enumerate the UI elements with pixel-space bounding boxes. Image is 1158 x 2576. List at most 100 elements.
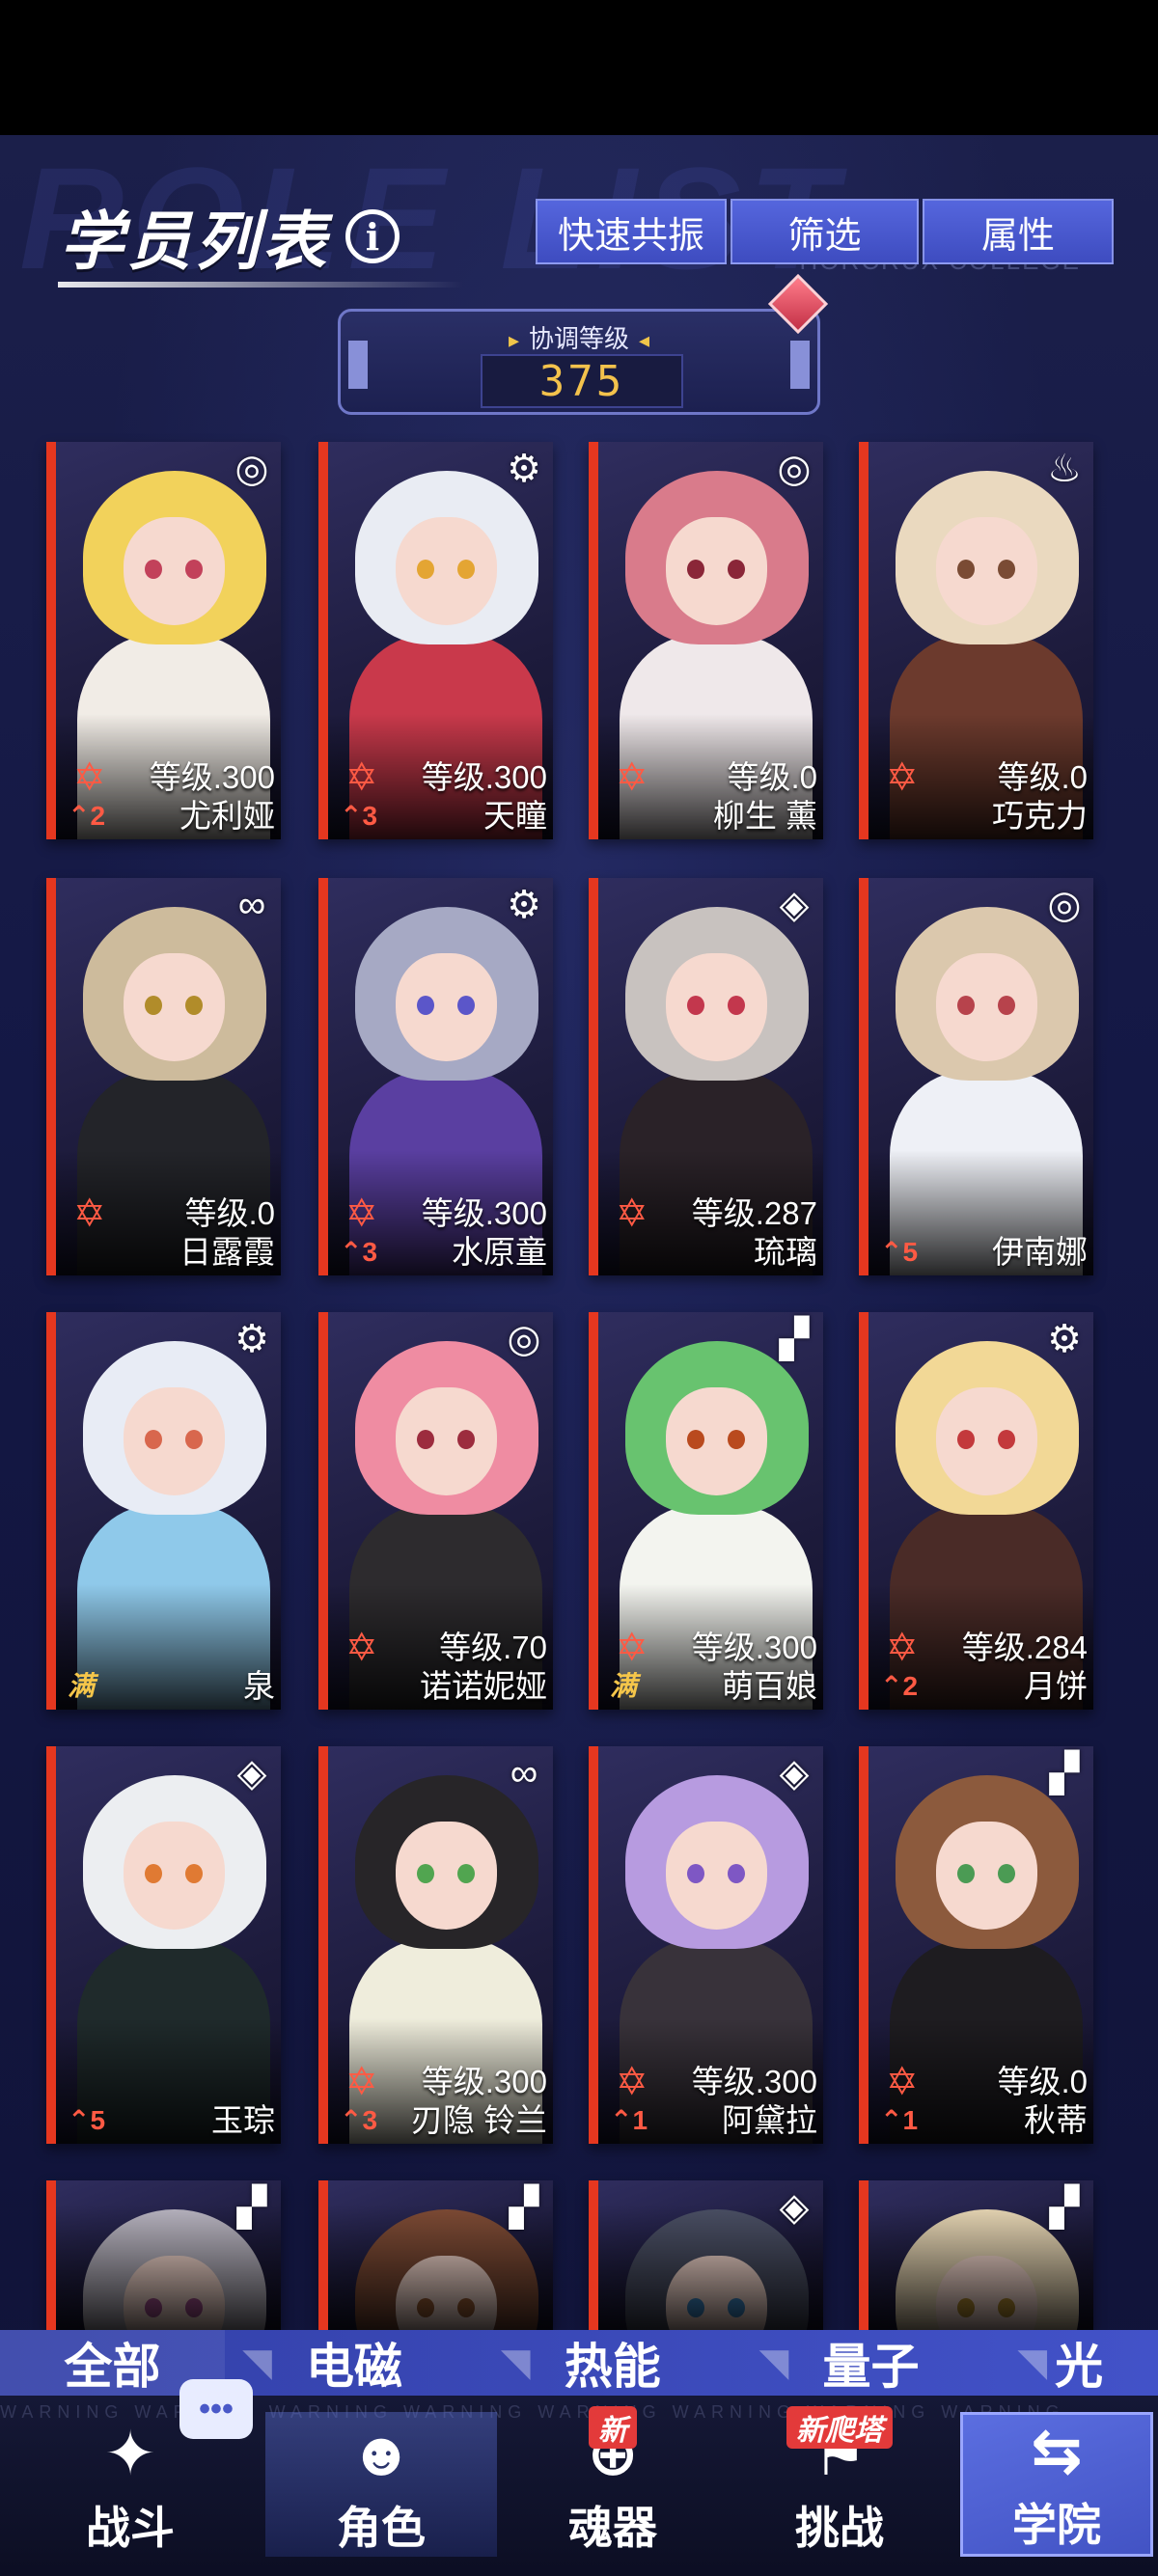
character-card[interactable]: ♨ ✡ 等级.0 巧克力	[859, 442, 1093, 839]
nav-academy-label: 学院	[1012, 2500, 1101, 2550]
nav-academy[interactable]: ⇆ 学院	[960, 2412, 1153, 2557]
swirl-icon: ◎	[777, 448, 812, 490]
portrait-eye	[185, 1430, 203, 1449]
character-card[interactable]: ⚙ ✡ 等级.284 ⌃2 月饼	[859, 1312, 1093, 1710]
stripe-icon: ▞	[509, 2186, 539, 2229]
portrait-eye	[417, 1864, 434, 1883]
character-rank: ⌃5	[68, 2105, 106, 2135]
portrait-eye	[457, 560, 475, 579]
portrait-eye	[145, 560, 162, 579]
gear-icon: ⚙	[234, 1318, 269, 1360]
character-rank: ⌃5	[880, 1237, 919, 1267]
character-level: 等级.284	[961, 1630, 1088, 1665]
portrait-eye	[728, 1430, 745, 1449]
tab-label: 电磁	[305, 2340, 402, 2394]
portrait-face	[936, 953, 1037, 1061]
portrait-face	[124, 1387, 225, 1495]
portrait-face	[936, 517, 1037, 625]
hexagram-icon: ✡	[345, 1192, 378, 1235]
nav-soul[interactable]: 新 ⊕ 魂器	[507, 2406, 719, 2557]
character-name: 伊南娜	[992, 1234, 1088, 1270]
character-card[interactable]: ⚙ ✡ 等级.300 ⌃3 水原童	[318, 878, 553, 1275]
portrait-face	[396, 517, 497, 625]
filter-button[interactable]: 筛选	[731, 199, 919, 264]
tab-label: 量子	[822, 2340, 920, 2394]
character-card[interactable]: ▞ ✡ 等级.0 ⌃1 秋蒂	[859, 1746, 1093, 2144]
character-level: 等级.300	[691, 2064, 817, 2099]
portrait-eye	[417, 1430, 434, 1449]
character-card[interactable]: ⚙ ✡ 等级.300 ⌃3 天瞳	[318, 442, 553, 839]
tab-thermal[interactable]: ◥ 热能	[483, 2330, 742, 2396]
character-card[interactable]: ◎ ⌃5 伊南娜	[859, 878, 1093, 1275]
chat-bubble-icon[interactable]: •••	[179, 2379, 253, 2439]
portrait-face	[124, 953, 225, 1061]
character-card[interactable]: ▞ ✡ 等级.300 满 萌百娘	[589, 1312, 823, 1710]
character-card[interactable]: ◎ ✡ 等级.70 诺诺妮娅	[318, 1312, 553, 1710]
coordination-level-panel: 协调等级 375	[338, 273, 829, 415]
character-card[interactable]: ∞ ✡ 等级.300 ⌃3 刃隐 铃兰	[318, 1746, 553, 2144]
character-card[interactable]: ◎ ✡ 等级.0 柳生 薰	[589, 442, 823, 839]
character-card[interactable]: ▞	[318, 2180, 553, 2330]
element-filter-tabs: 全部 ◥ 电磁 ◥ 热能 ◥ 量子 ◥ 光	[0, 2330, 1158, 2396]
character-card[interactable]: ▞	[46, 2180, 281, 2330]
coordination-level-label: 协调等级	[341, 319, 817, 355]
hexagram-icon: ✡	[73, 756, 106, 799]
portrait-face	[666, 517, 767, 625]
character-level: 等级.70	[439, 1630, 547, 1665]
battle-icon: ✦	[104, 2419, 156, 2488]
character-card[interactable]: ◈ ✡ 等级.300 ⌃1 阿黛拉	[589, 1746, 823, 2144]
portrait-eye	[728, 560, 745, 579]
portrait-eye	[145, 996, 162, 1015]
portrait-face	[124, 1822, 225, 1930]
character-name: 月饼	[1024, 1668, 1088, 1704]
character-card[interactable]: ⚙ 满 泉	[46, 1312, 281, 1710]
portrait-eye	[417, 560, 434, 579]
portrait-eye	[957, 1864, 975, 1883]
portrait-face	[936, 1822, 1037, 1930]
nav-soul-label: 魂器	[568, 2503, 657, 2553]
nav-characters[interactable]: ☻ 角色	[265, 2412, 497, 2557]
hexagram-icon: ✡	[616, 1627, 648, 1669]
character-card[interactable]: ◈ ⌃5 玉琮	[46, 1746, 281, 2144]
character-card[interactable]: ∞ ✡ 等级.0 日露霞	[46, 878, 281, 1275]
character-rank: ⌃1	[880, 2105, 919, 2135]
tab-divider-icon: ◥	[758, 2342, 789, 2384]
hexagram-icon: ✡	[73, 1192, 106, 1235]
character-name: 玉琮	[211, 2102, 275, 2138]
character-level: 等级.300	[691, 1630, 817, 1665]
hexagram-icon: ✡	[345, 2061, 378, 2103]
character-level: 等级.0	[727, 759, 817, 795]
quick-resonance-button[interactable]: 快速共振	[536, 199, 727, 264]
portrait-face	[396, 1387, 497, 1495]
portrait-face	[666, 953, 767, 1061]
status-bar	[0, 0, 1158, 135]
tab-light[interactable]: ◥ 光	[1000, 2330, 1158, 2396]
character-card[interactable]: ◈	[589, 2180, 823, 2330]
character-level: 等级.300	[421, 2064, 547, 2099]
character-card[interactable]: ◈ ✡ 等级.287 琉璃	[589, 878, 823, 1275]
diamond-icon: ◈	[779, 1752, 810, 1795]
character-level: 等级.300	[421, 1195, 547, 1231]
role-list-screen: ROLE LIST HORCRUX COLLEGE 学员列表 i 快速共振 筛选…	[0, 135, 1158, 2576]
portrait-face	[936, 1387, 1037, 1495]
portrait-eye	[185, 560, 203, 579]
nav-challenge[interactable]: 新爬塔 ⚑ 挑战	[733, 2406, 946, 2557]
info-icon[interactable]: i	[345, 209, 400, 263]
attribute-button[interactable]: 属性	[923, 199, 1114, 264]
tab-electromagnetic[interactable]: ◥ 电磁	[225, 2330, 483, 2396]
character-name: 秋蒂	[1024, 2102, 1088, 2138]
diamond-icon: ◈	[236, 1752, 267, 1795]
portrait-eye	[957, 1430, 975, 1449]
character-rank: ⌃3	[340, 2105, 378, 2135]
portrait-face	[666, 1822, 767, 1930]
diamond-icon: ◈	[779, 2186, 810, 2229]
infinity-icon: ∞	[510, 1751, 538, 1795]
new-badge: 新	[589, 2406, 637, 2449]
character-level: 等级.287	[691, 1195, 817, 1231]
tab-quantum[interactable]: ◥ 量子	[742, 2330, 1001, 2396]
character-level: 等级.0	[997, 759, 1088, 795]
character-card[interactable]: ◎ ✡ 等级.300 ⌃2 尤利娅	[46, 442, 281, 839]
diamond-icon: ◈	[779, 884, 810, 926]
character-card[interactable]: ▞	[859, 2180, 1093, 2330]
swirl-icon: ◎	[234, 448, 269, 490]
